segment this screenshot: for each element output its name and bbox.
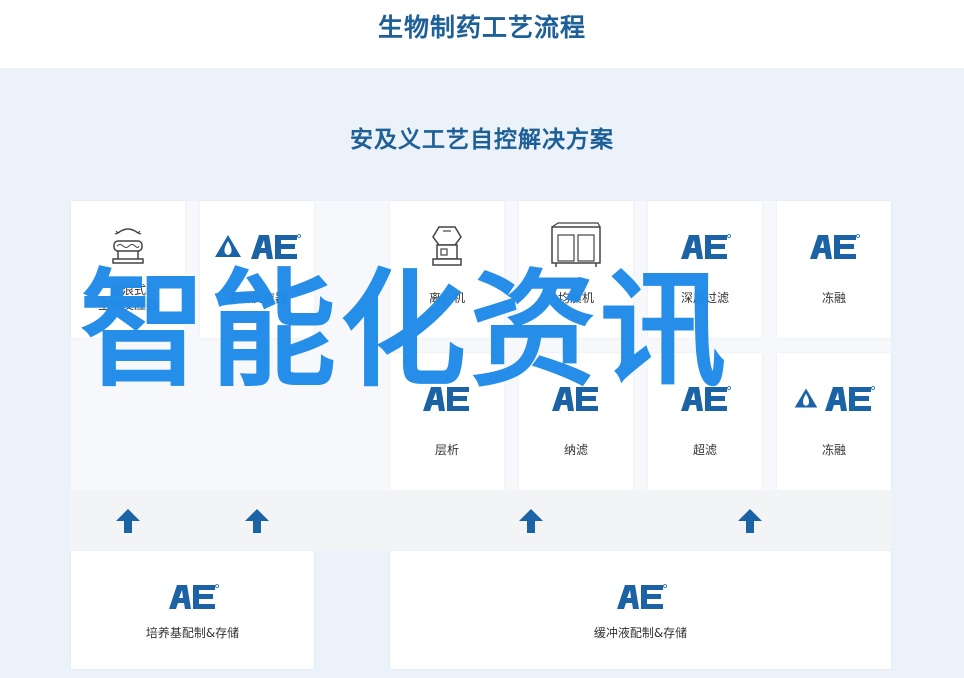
panel-title: 安及义工艺自控解决方案	[350, 127, 614, 153]
card-label: 冻融	[821, 291, 846, 305]
drop-icon	[794, 388, 818, 408]
arrow-up-icon	[519, 509, 543, 533]
card-label: 冻融	[821, 443, 846, 457]
arrow-up-icon	[245, 509, 269, 533]
card-freeze-thaw[interactable]: 冻融	[777, 353, 891, 490]
ae-logo-icon	[825, 386, 875, 411]
ae-logo-icon	[616, 584, 667, 609]
card-label: 纳滤	[563, 443, 588, 457]
card-label: 缓冲液配制&存储	[593, 626, 688, 640]
ae-logo-with-drop	[793, 385, 875, 413]
card-media-prep[interactable]: 培养基配制&存储	[71, 551, 314, 669]
arrow-band	[71, 491, 891, 551]
card-freeze-thaw-top[interactable]: 冻融	[777, 201, 891, 338]
card-buffer-prep[interactable]: 缓冲液配制&存储	[390, 551, 891, 669]
ae-logo-icon	[168, 584, 219, 609]
card-label: 培养基配制&存储	[145, 626, 240, 640]
card-label: 层析	[434, 443, 459, 457]
drop-icon	[215, 235, 241, 257]
arrow-up-icon	[116, 509, 140, 533]
ae-logo-icon	[810, 234, 860, 259]
card-label: 超滤	[692, 443, 717, 457]
arrow-up-icon	[738, 509, 762, 533]
watermark-text: 智能化资讯	[80, 257, 730, 404]
page-title: 生物制药工艺流程	[377, 13, 586, 42]
